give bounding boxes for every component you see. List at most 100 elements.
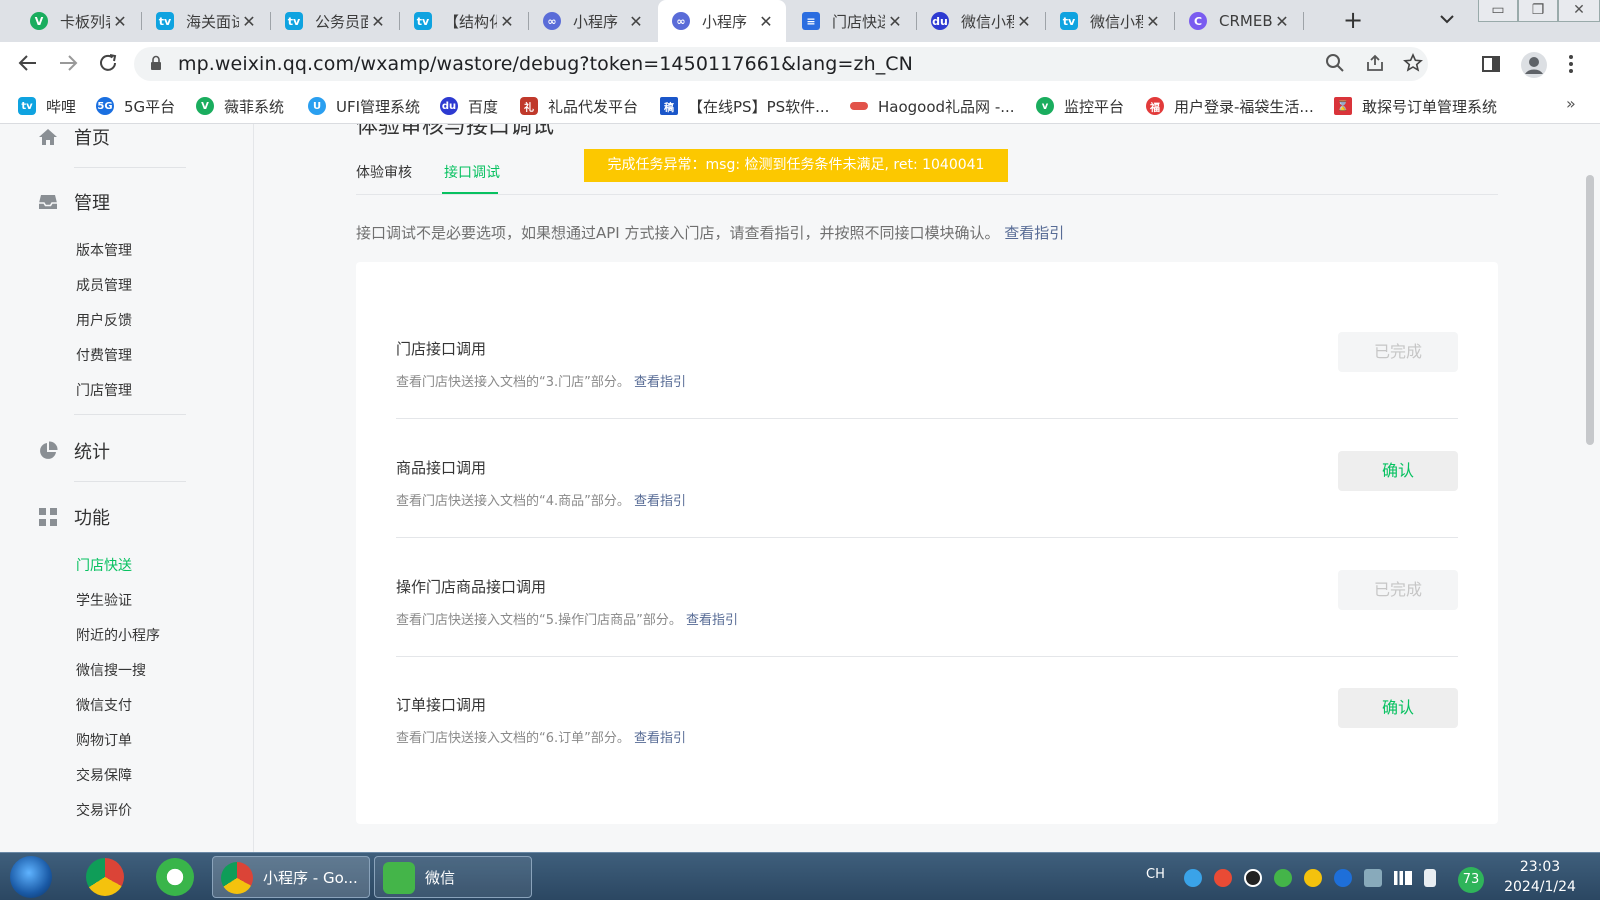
sidebar-item-store[interactable]: 门店管理 <box>76 380 132 400</box>
sidebar-item-payment[interactable]: 付费管理 <box>76 345 132 365</box>
start-button-icon[interactable] <box>10 856 52 898</box>
close-icon[interactable]: ✕ <box>1272 12 1292 31</box>
sidebar-group-home[interactable]: 首页 <box>38 124 110 150</box>
page-scrollbar[interactable] <box>1586 175 1594 445</box>
battery-indicator[interactable]: 73 <box>1458 867 1484 893</box>
volume-icon[interactable] <box>1424 869 1436 887</box>
bookmark-item[interactable]: 礼礼品代发平台 <box>520 95 638 117</box>
chrome-pinned-icon[interactable] <box>86 858 124 896</box>
api-row-store: 门店接口调用 查看门店快送接入文档的“3.门店”部分。 查看指引 已完成 <box>396 332 1458 458</box>
menu-kebab-icon[interactable] <box>1560 54 1582 76</box>
sidebar-item-search[interactable]: 微信搜一搜 <box>76 660 146 680</box>
taskbar-chrome-window[interactable]: 小程序 - Go... <box>212 856 370 898</box>
minimize-icon[interactable]: ▭ <box>1478 0 1518 22</box>
close-icon[interactable]: ✕ <box>239 12 259 31</box>
bookmark-star-icon[interactable] <box>1402 53 1424 75</box>
tab-3[interactable]: tv 【结构化 ✕ <box>400 0 527 42</box>
network-adapter-icon[interactable] <box>1364 869 1382 887</box>
close-icon[interactable]: ✕ <box>368 12 388 31</box>
sidebar-item-version[interactable]: 版本管理 <box>76 240 132 260</box>
profile-avatar-icon[interactable] <box>1520 51 1548 79</box>
ie-browser-icon[interactable] <box>156 858 194 896</box>
close-icon[interactable]: ✕ <box>1143 12 1163 31</box>
row-desc-text: 查看门店快送接入文档的“3.门店”部分。 <box>396 375 630 390</box>
confirm-button[interactable]: 确认 <box>1338 451 1458 491</box>
row-guide-link[interactable]: 查看指引 <box>634 375 686 390</box>
bookmark-item[interactable]: tv 哔哩 <box>18 95 76 117</box>
sidebar-item-reviews[interactable]: 交易评价 <box>76 800 132 820</box>
sogou-input-icon[interactable] <box>1214 869 1232 887</box>
bookmark-item[interactable]: U UFI管理系统 <box>308 95 420 117</box>
reload-icon[interactable] <box>96 52 120 76</box>
confirm-button[interactable]: 确认 <box>1338 688 1458 728</box>
ime-indicator[interactable]: CH <box>1146 867 1165 882</box>
bluetooth-icon[interactable] <box>1334 869 1352 887</box>
sidebar-group-stats[interactable]: 统计 <box>38 438 110 464</box>
close-icon[interactable]: ✕ <box>756 12 776 31</box>
tab-6[interactable]: ≡ 门店快送 ✕ <box>788 0 915 42</box>
zoom-icon[interactable] <box>1324 53 1346 75</box>
window-close-icon[interactable]: ✕ <box>1558 0 1600 22</box>
onedrive-icon[interactable] <box>1184 869 1202 887</box>
tab-search-chevron-icon[interactable] <box>1440 12 1454 28</box>
weifei-icon: V <box>196 97 214 115</box>
row-guide-link[interactable]: 查看指引 <box>634 731 686 746</box>
bookmark-item[interactable]: ⌛ 敢探号订单管理系统 <box>1334 95 1497 117</box>
tab-api-debug[interactable]: 接口调试 <box>444 162 500 182</box>
close-icon[interactable]: ✕ <box>110 12 130 31</box>
close-icon[interactable]: ✕ <box>497 12 517 31</box>
sidebar-item-feedback[interactable]: 用户反馈 <box>76 310 132 330</box>
wechat-tray-icon[interactable] <box>1274 869 1292 887</box>
tab-2[interactable]: tv 公务员面 ✕ <box>271 0 398 42</box>
sidebar-item-wechat-pay[interactable]: 微信支付 <box>76 695 132 715</box>
close-icon[interactable]: ✕ <box>1014 12 1034 31</box>
haogood-icon <box>850 102 868 110</box>
tab-5-active[interactable]: ∞ 小程序 ✕ <box>658 0 786 42</box>
sidebar-item-members[interactable]: 成员管理 <box>76 275 132 295</box>
back-icon[interactable] <box>16 52 40 76</box>
bookmarks-overflow-icon[interactable]: » <box>1566 94 1576 113</box>
row-guide-link[interactable]: 查看指引 <box>686 613 738 628</box>
tab-7[interactable]: du 微信小程 ✕ <box>917 0 1044 42</box>
tab-experience-review[interactable]: 体验审核 <box>356 162 412 182</box>
tab-0[interactable]: V 卡板列表 ✕ <box>16 0 140 42</box>
tab-4[interactable]: ∞ 小程序 ✕ <box>529 0 656 42</box>
system-clock[interactable]: 23:03 2024/1/24 <box>1500 857 1580 897</box>
bookmark-item[interactable]: 5G 5G平台 <box>96 95 175 117</box>
sidebar-group-manage[interactable]: 管理 <box>38 189 110 215</box>
restore-icon[interactable]: ❐ <box>1518 0 1558 22</box>
photoshop-online-icon: 稿 <box>660 97 678 115</box>
close-icon[interactable]: ✕ <box>626 12 646 31</box>
sidebar-item-orders[interactable]: 购物订单 <box>76 730 132 750</box>
row-guide-link[interactable]: 查看指引 <box>634 494 686 509</box>
view-guide-link[interactable]: 查看指引 <box>1004 224 1064 242</box>
forward-icon[interactable] <box>56 52 80 76</box>
close-icon[interactable]: ✕ <box>885 12 905 31</box>
side-panel-icon[interactable] <box>1480 54 1502 76</box>
new-tab-button[interactable]: + <box>1340 8 1366 34</box>
bookmark-item[interactable]: 福用户登录-福袋生活... <box>1146 95 1314 117</box>
tab-1[interactable]: tv 海关面试 ✕ <box>142 0 269 42</box>
url-text[interactable]: mp.weixin.qq.com/wxamp/wastore/debug?tok… <box>178 53 913 75</box>
bookmark-item[interactable]: v 监控平台 <box>1036 95 1124 117</box>
bookmark-item[interactable]: V 薇菲系统 <box>196 95 284 117</box>
sidebar-item-nearby[interactable]: 附近的小程序 <box>76 625 160 645</box>
taskbar-wechat-window[interactable]: 微信 <box>374 856 532 898</box>
sidebar-group-features[interactable]: 功能 <box>38 504 110 530</box>
tab-8[interactable]: tv 微信小程 ✕ <box>1046 0 1173 42</box>
sidebar-item-guarantee[interactable]: 交易保障 <box>76 765 132 785</box>
bookmark-item[interactable]: 稿【在线PS】PS软件... <box>660 95 829 117</box>
signal-icon[interactable] <box>1394 871 1412 885</box>
task-label: 微信 <box>425 868 456 887</box>
tab-9[interactable]: C CRMEB ✕ <box>1175 0 1302 42</box>
address-bar[interactable]: mp.weixin.qq.com/wxamp/wastore/debug?tok… <box>134 47 1428 81</box>
qq-icon[interactable] <box>1244 869 1262 887</box>
sidebar-item-store-delivery[interactable]: 门店快送 <box>76 555 132 575</box>
share-icon[interactable] <box>1364 53 1386 75</box>
api-debug-card: 门店接口调用 查看门店快送接入文档的“3.门店”部分。 查看指引 已完成 商品接… <box>356 262 1498 824</box>
sidebar-item-student-verify[interactable]: 学生验证 <box>76 590 132 610</box>
bookmark-item[interactable]: Haogood礼品网 -... <box>850 95 1015 117</box>
fudai-icon: 福 <box>1146 97 1164 115</box>
security-tray-icon[interactable] <box>1304 869 1322 887</box>
bookmark-item[interactable]: du 百度 <box>440 95 498 117</box>
